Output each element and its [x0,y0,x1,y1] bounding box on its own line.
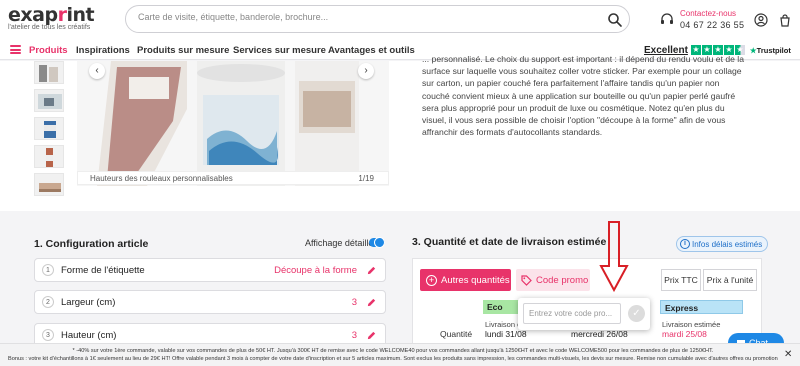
logo[interactable]: exaprint l'atelier de tous les créatifs [8,4,95,32]
unit-price-toggle[interactable]: Prix à l'unité [703,269,757,291]
step-number: 1 [42,264,54,276]
gallery-counter: 1/19 [358,174,374,183]
logo-tagline: l'atelier de tous les créatifs [8,24,91,31]
promo-code-input[interactable] [523,303,621,324]
nav-item-services-sur-mesure[interactable]: Services sur mesure [233,45,326,56]
contact-label[interactable]: Contactez-nous [680,9,736,18]
check-icon[interactable]: ✓ [628,305,645,322]
nav-item-produits-sur-mesure[interactable]: Produits sur mesure [137,45,229,56]
config-label: Largeur (cm) [61,297,116,308]
promo-code-label: Code promo [536,274,589,286]
config-label: Forme de l'étiquette [61,265,145,276]
contact-phone[interactable]: 04 67 22 36 55 [680,20,744,30]
more-quantities-button[interactable]: + Autres quantités [420,269,511,291]
pencil-icon[interactable] [366,297,377,308]
menu-icon[interactable] [10,45,21,54]
config-label: Hauteur (cm) [61,330,117,341]
pencil-icon[interactable] [366,330,377,341]
headset-icon[interactable] [660,13,674,27]
config-row-width[interactable]: 2 Largeur (cm) 3 [34,290,386,314]
step-number: 3 [42,329,54,341]
product-description: ... personnalisé. Le choix du support es… [422,54,744,138]
gallery-prev-arrow[interactable]: ‹ [89,63,105,79]
thumbnail[interactable] [34,173,64,196]
config-row-shape[interactable]: 1 Forme de l'étiquette Découpe à la form… [34,258,386,282]
column-eco-date: lundi 31/08 [485,329,527,339]
promo-code-popover: ✓ [518,298,650,330]
nav-item-avantages-outils[interactable]: Avantages et outils [328,45,415,56]
gallery-next-arrow[interactable]: › [358,63,374,79]
column-express[interactable]: Express [660,300,743,314]
thumbnail[interactable] [34,117,64,140]
thumbnail[interactable] [34,61,64,84]
search-bar[interactable] [125,5,630,33]
pencil-icon[interactable] [366,265,377,276]
column-express-date: mardi 25/08 [662,329,707,339]
logo-wordmark: exaprint [8,4,95,26]
nav-item-produits[interactable]: Produits [29,45,68,56]
config-value: Découpe à la forme [274,265,357,276]
search-input[interactable] [138,12,578,22]
user-icon[interactable] [754,13,768,27]
tag-icon [521,274,532,286]
promo-banner: * -40% sur votre 1ère commande, valable … [0,343,800,366]
info-delays-label: Infos délais estimés [692,239,763,249]
promo-banner-line-2: Bonus : votre kit d'échantillons à 1€ se… [8,355,778,362]
detail-toggle-label: Affichage détaillé [305,238,374,248]
more-quantities-label: Autres quantités [441,274,510,286]
product-top-area: ‹ › Hauteurs des rouleaux personnalisabl… [0,54,800,211]
step-number: 2 [42,296,54,308]
quantity-title: 3. Quantité et date de livraison estimée [412,236,607,248]
gallery-caption: Hauteurs des rouleaux personnalisables 1… [77,171,389,185]
promo-banner-text: * -40% sur votre 1ère commande, valable … [8,348,778,363]
plus-circle-icon: + [426,274,437,286]
price-ttc-toggle[interactable]: Prix TTC [661,269,701,291]
promo-banner-line-1: * -40% sur votre 1ère commande, valable … [72,348,714,354]
product-image [77,61,389,186]
config-title: 1. Configuration article [34,238,149,250]
search-icon[interactable] [607,12,623,28]
thumbnail[interactable] [34,145,64,168]
annotation-arrow-icon [599,221,629,292]
detail-toggle[interactable] [369,237,385,248]
info-delays-badge[interactable]: i Infos délais estimés [676,236,769,252]
trustpilot-logo-icon: ★ [749,45,757,55]
quantity-row-label: Quantité [440,329,473,339]
logo-text-start: exap [8,4,58,26]
column-express-sub: Livraison estimée [662,320,721,329]
site-header: exaprint l'atelier de tous les créatifs … [0,0,800,40]
gallery-caption-text: Hauteurs des rouleaux personnalisables [90,174,233,183]
config-value: 3 [351,297,357,308]
column-standard-date: mercredi 26/08 [571,329,628,339]
thumbnail-list [34,61,68,201]
trustpilot-brand-text: Trustpilot [756,45,791,55]
product-image-gallery[interactable]: ‹ › [77,61,389,186]
promo-code-button[interactable]: Code promo [516,269,590,291]
config-value: 3 [351,330,357,341]
column-eco-sub: Livraison e [485,320,522,329]
thumbnail[interactable] [34,89,64,112]
logo-text-end: int [66,4,95,26]
info-icon: i [680,239,690,249]
trustpilot-brand: ★Trustpilot [750,46,791,55]
nav-item-inspirations[interactable]: Inspirations [76,45,130,56]
close-icon[interactable]: ✕ [784,349,792,360]
cart-icon[interactable] [778,13,792,27]
